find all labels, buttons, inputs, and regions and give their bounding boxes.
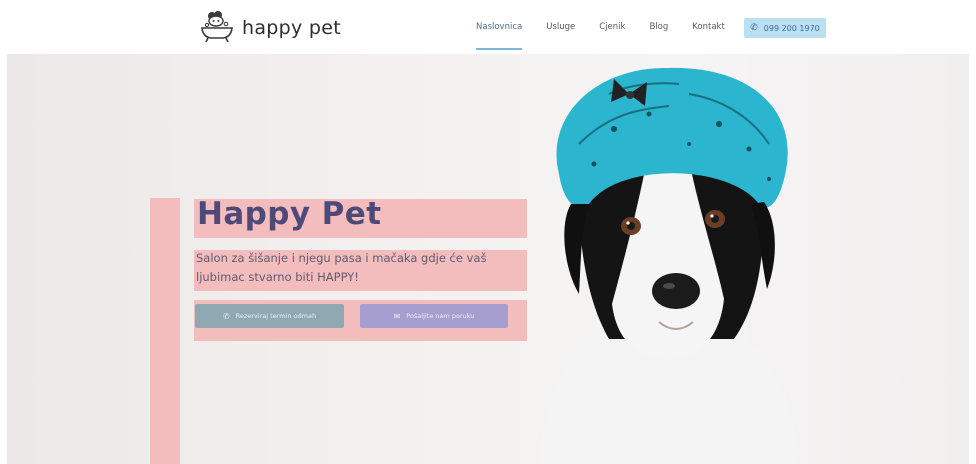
nav-item-naslovnica[interactable]: Naslovnica	[476, 0, 523, 54]
book-appointment-button[interactable]: ✆ Rezerviraj termin odmah	[195, 304, 344, 328]
nav-item-kontakt[interactable]: Kontakt	[692, 0, 725, 54]
brand-name: happy pet	[242, 17, 341, 39]
decor-vertical-bar	[150, 198, 180, 464]
phone-button[interactable]: ✆ 099 200 1970	[744, 18, 826, 38]
bathtub-dog-icon	[198, 10, 236, 46]
dog-photo	[519, 54, 819, 464]
mail-icon: ✉	[393, 311, 401, 321]
send-message-button[interactable]: ✉ Pošaljite nam poruku	[360, 304, 508, 328]
phone-number: 099 200 1970	[763, 23, 820, 33]
nav-item-usluge[interactable]: Usluge	[546, 0, 575, 54]
phone-icon: ✆	[750, 23, 758, 33]
phone-icon: ✆	[222, 311, 230, 321]
book-appointment-label: Rezerviraj termin odmah	[235, 312, 317, 320]
logo[interactable]: happy pet	[198, 10, 341, 46]
hero-section: Happy Pet Salon za šišanje i njegu pasa …	[7, 54, 969, 464]
hero-subtitle: Salon za šišanje i njegu pasa i mačaka g…	[196, 251, 487, 284]
send-message-label: Pošaljite nam poruku	[406, 312, 475, 320]
site-header: happy pet Naslovnica Usluge Cjenik Blog …	[0, 0, 976, 54]
hero-title: Happy Pet	[197, 196, 382, 232]
nav-item-cjenik[interactable]: Cjenik	[599, 0, 625, 54]
nav-item-blog[interactable]: Blog	[649, 0, 668, 54]
main-nav: Naslovnica Usluge Cjenik Blog Kontakt	[476, 0, 749, 54]
